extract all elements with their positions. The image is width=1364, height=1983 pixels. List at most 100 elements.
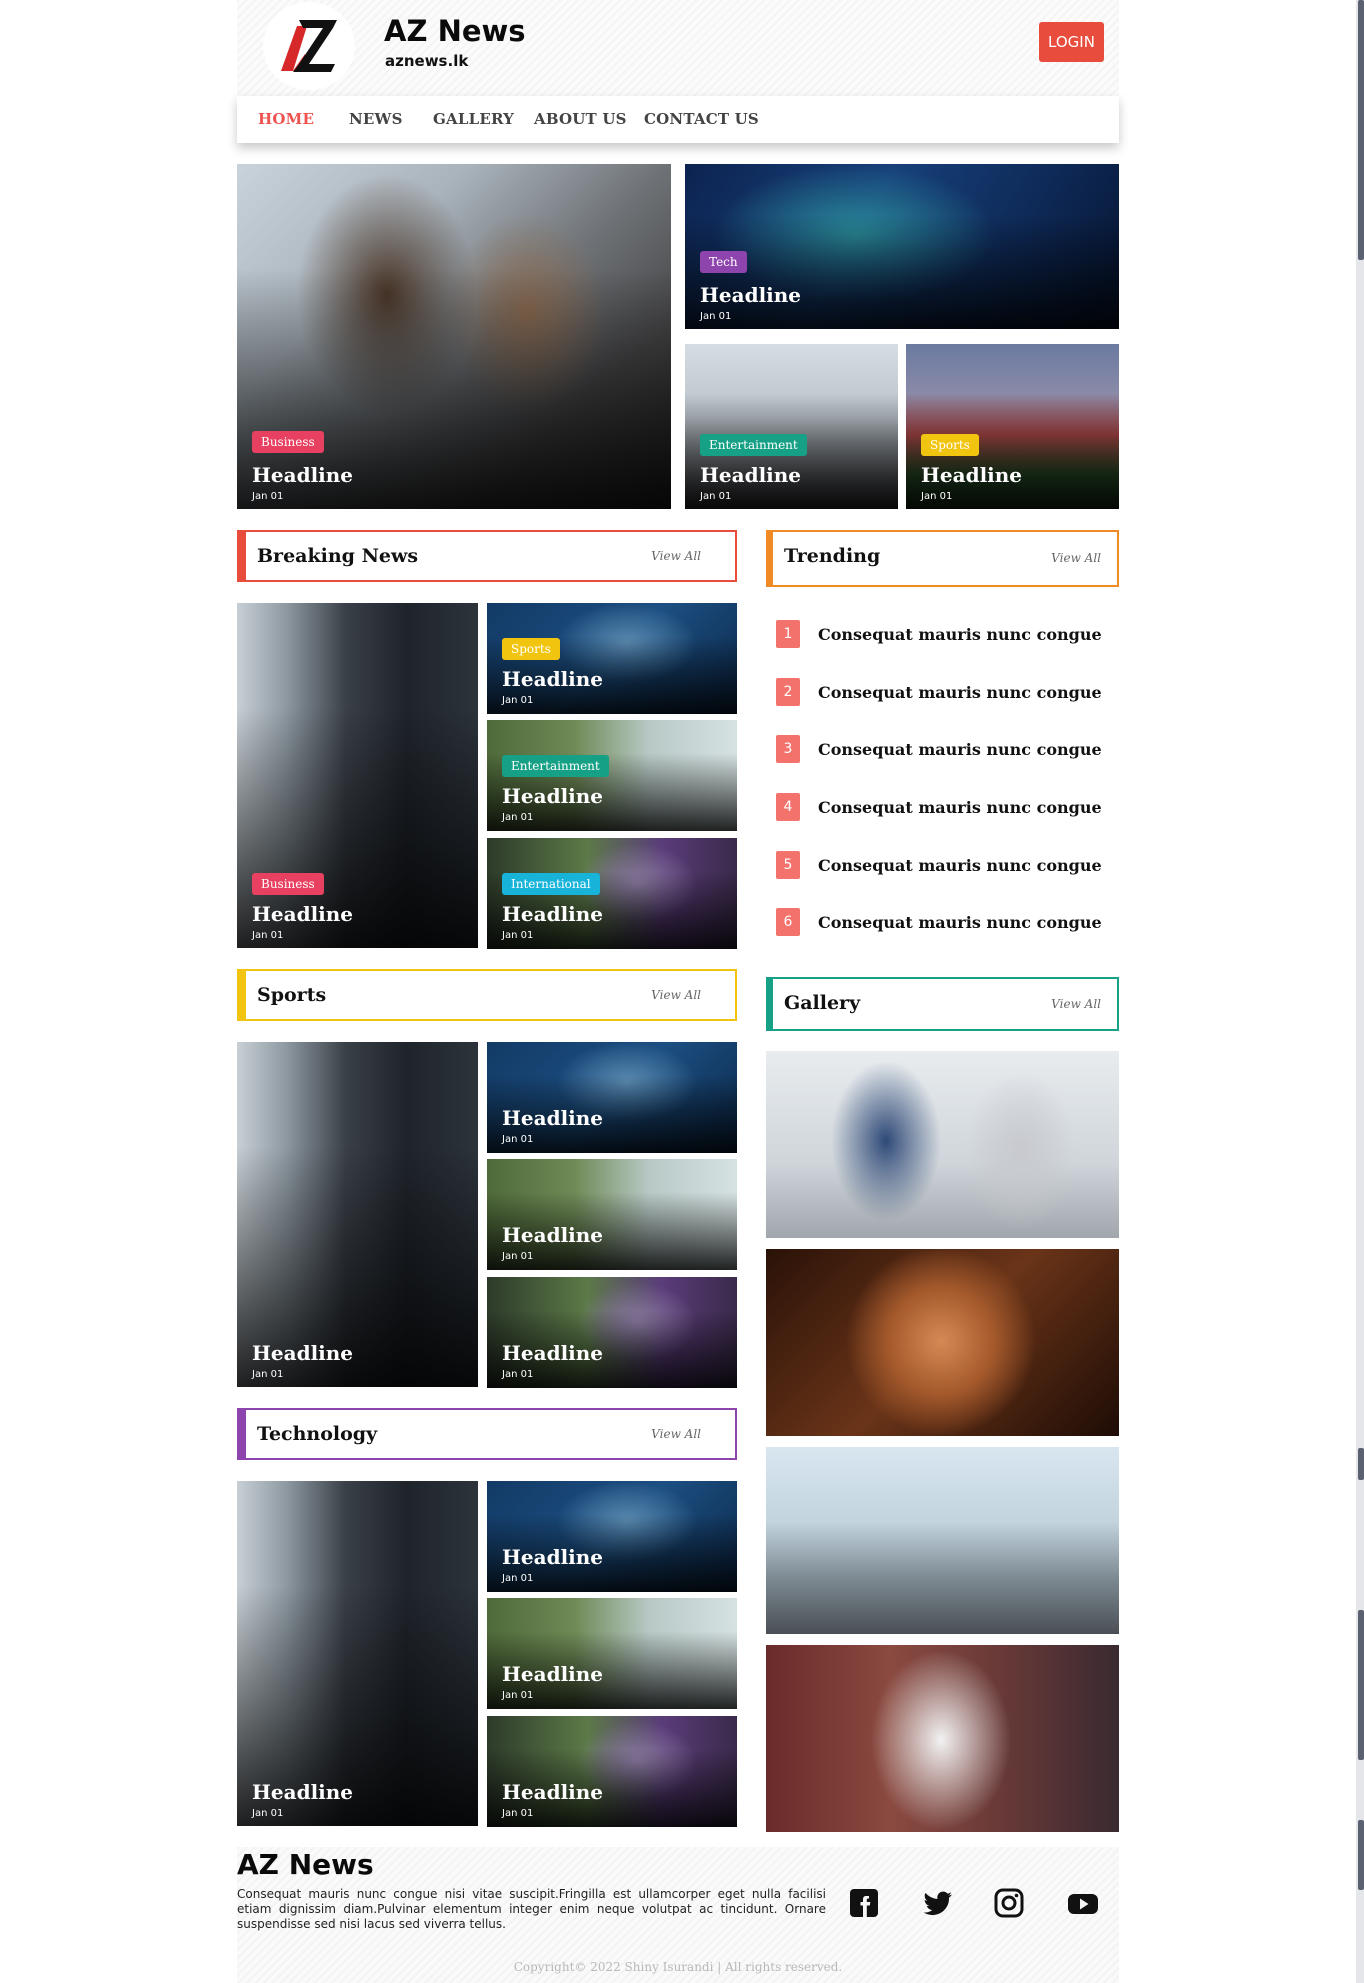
footer-brand: AZ News: [237, 1848, 374, 1881]
category-badge[interactable]: Sports: [921, 434, 979, 456]
card-headline[interactable]: Headline: [700, 283, 801, 307]
breaking-card[interactable]: International Headline Jan 01: [487, 838, 737, 949]
card-date: Jan 01: [502, 1690, 534, 1701]
card-headline[interactable]: Headline: [502, 1545, 603, 1569]
category-badge[interactable]: Entertainment: [502, 755, 609, 777]
category-badge[interactable]: International: [502, 873, 600, 895]
card-headline[interactable]: Headline: [502, 1341, 603, 1365]
scrollbar-mark: [1358, 1610, 1364, 1760]
card-date: Jan 01: [502, 812, 534, 823]
nav-home[interactable]: HOME: [258, 110, 314, 128]
card-headline[interactable]: Headline: [252, 463, 353, 487]
az-logo-icon: [281, 20, 337, 72]
card-headline[interactable]: Headline: [502, 667, 603, 691]
site-footer: AZ News Consequat mauris nunc congue nis…: [237, 1847, 1119, 1983]
gallery-image[interactable]: [766, 1645, 1119, 1832]
technology-card[interactable]: Headline Jan 01: [487, 1716, 737, 1827]
trending-item[interactable]: 6 Consequat mauris nunc congue: [776, 908, 1106, 938]
card-headline[interactable]: Headline: [252, 1780, 353, 1804]
hero-main-card[interactable]: Business Headline Jan 01: [237, 164, 671, 509]
trending-item[interactable]: 5 Consequat mauris nunc congue: [776, 851, 1106, 881]
card-headline[interactable]: Headline: [700, 463, 801, 487]
login-button[interactable]: LOGIN: [1039, 22, 1104, 62]
trending-rank: 5: [776, 851, 800, 879]
breaking-card[interactable]: Entertainment Headline Jan 01: [487, 720, 737, 831]
nav-gallery[interactable]: GALLERY: [433, 110, 514, 128]
trending-text[interactable]: Consequat mauris nunc congue: [818, 683, 1102, 702]
card-headline[interactable]: Headline: [502, 1106, 603, 1130]
breaking-main-card[interactable]: Business Headline Jan 01: [237, 603, 478, 948]
site-brand[interactable]: AZ News: [384, 14, 526, 48]
trending-text[interactable]: Consequat mauris nunc congue: [818, 740, 1102, 759]
sports-header: Sports View All: [237, 969, 737, 1021]
card-headline[interactable]: Headline: [252, 1341, 353, 1365]
trending-text[interactable]: Consequat mauris nunc congue: [818, 625, 1102, 644]
scrollbar-thumb[interactable]: [1358, 0, 1364, 260]
card-date: Jan 01: [700, 311, 732, 322]
category-badge[interactable]: Tech: [700, 251, 747, 273]
card-headline[interactable]: Headline: [252, 902, 353, 926]
site-header: AZ News aznews.lk LOGIN: [237, 0, 1119, 96]
category-badge[interactable]: Business: [252, 873, 324, 895]
trending-text[interactable]: Consequat mauris nunc congue: [818, 798, 1102, 817]
card-date: Jan 01: [502, 1134, 534, 1145]
nav-about-us[interactable]: ABOUT US: [534, 110, 627, 128]
category-badge[interactable]: Entertainment: [700, 434, 807, 456]
card-date: Jan 01: [252, 930, 284, 941]
sports-main-card[interactable]: Headline Jan 01: [237, 1042, 478, 1387]
view-all-link[interactable]: View All: [1051, 997, 1101, 1011]
breaking-news-header: Breaking News View All: [237, 530, 737, 582]
card-headline[interactable]: Headline: [502, 1780, 603, 1804]
section-title: Gallery: [784, 992, 861, 1014]
section-title: Trending: [784, 545, 881, 567]
site-logo[interactable]: [263, 2, 355, 90]
technology-main-card[interactable]: Headline Jan 01: [237, 1481, 478, 1826]
trending-text[interactable]: Consequat mauris nunc congue: [818, 856, 1102, 875]
site-domain: aznews.lk: [385, 52, 469, 70]
card-date: Jan 01: [502, 1251, 534, 1262]
category-badge[interactable]: Sports: [502, 638, 560, 660]
hero-tech-card[interactable]: Tech Headline Jan 01: [685, 164, 1119, 329]
nav-news[interactable]: NEWS: [349, 110, 403, 128]
card-date: Jan 01: [252, 1808, 284, 1819]
trending-text[interactable]: Consequat mauris nunc congue: [818, 913, 1102, 932]
sports-card[interactable]: Headline Jan 01: [487, 1277, 737, 1388]
facebook-icon[interactable]: [847, 1886, 881, 1920]
card-headline[interactable]: Headline: [502, 902, 603, 926]
breaking-card[interactable]: Sports Headline Jan 01: [487, 603, 737, 714]
trending-item[interactable]: 3 Consequat mauris nunc congue: [776, 735, 1106, 765]
view-all-link[interactable]: View All: [651, 1427, 701, 1441]
sports-card[interactable]: Headline Jan 01: [487, 1159, 737, 1270]
card-headline[interactable]: Headline: [502, 1223, 603, 1247]
technology-card[interactable]: Headline Jan 01: [487, 1481, 737, 1592]
section-title: Technology: [257, 1423, 378, 1445]
card-date: Jan 01: [252, 1369, 284, 1380]
youtube-icon[interactable]: [1066, 1886, 1100, 1920]
footer-description: Consequat mauris nunc congue nisi vitae …: [237, 1887, 826, 1931]
trending-item[interactable]: 2 Consequat mauris nunc congue: [776, 678, 1106, 708]
hero-entertainment-card[interactable]: Entertainment Headline Jan 01: [685, 344, 898, 509]
trending-item[interactable]: 4 Consequat mauris nunc congue: [776, 793, 1106, 823]
card-date: Jan 01: [502, 1573, 534, 1584]
category-badge[interactable]: Business: [252, 431, 324, 453]
hero-sports-card[interactable]: Sports Headline Jan 01: [906, 344, 1119, 509]
view-all-link[interactable]: View All: [1051, 551, 1101, 565]
technology-card[interactable]: Headline Jan 01: [487, 1598, 737, 1709]
view-all-link[interactable]: View All: [651, 988, 701, 1002]
section-title: Breaking News: [257, 545, 419, 567]
view-all-link[interactable]: View All: [651, 549, 701, 563]
gallery-image[interactable]: [766, 1249, 1119, 1436]
twitter-icon[interactable]: [920, 1886, 954, 1920]
trending-item[interactable]: 1 Consequat mauris nunc congue: [776, 620, 1106, 650]
card-date: Jan 01: [502, 930, 534, 941]
gallery-image[interactable]: [766, 1051, 1119, 1238]
card-headline[interactable]: Headline: [502, 784, 603, 808]
trending-header: Trending View All: [766, 530, 1119, 587]
gallery-image[interactable]: [766, 1447, 1119, 1634]
sports-card[interactable]: Headline Jan 01: [487, 1042, 737, 1153]
card-headline[interactable]: Headline: [921, 463, 1022, 487]
gallery-header: Gallery View All: [766, 977, 1119, 1031]
nav-contact-us[interactable]: CONTACT US: [644, 110, 759, 128]
card-headline[interactable]: Headline: [502, 1662, 603, 1686]
instagram-icon[interactable]: [992, 1886, 1026, 1920]
